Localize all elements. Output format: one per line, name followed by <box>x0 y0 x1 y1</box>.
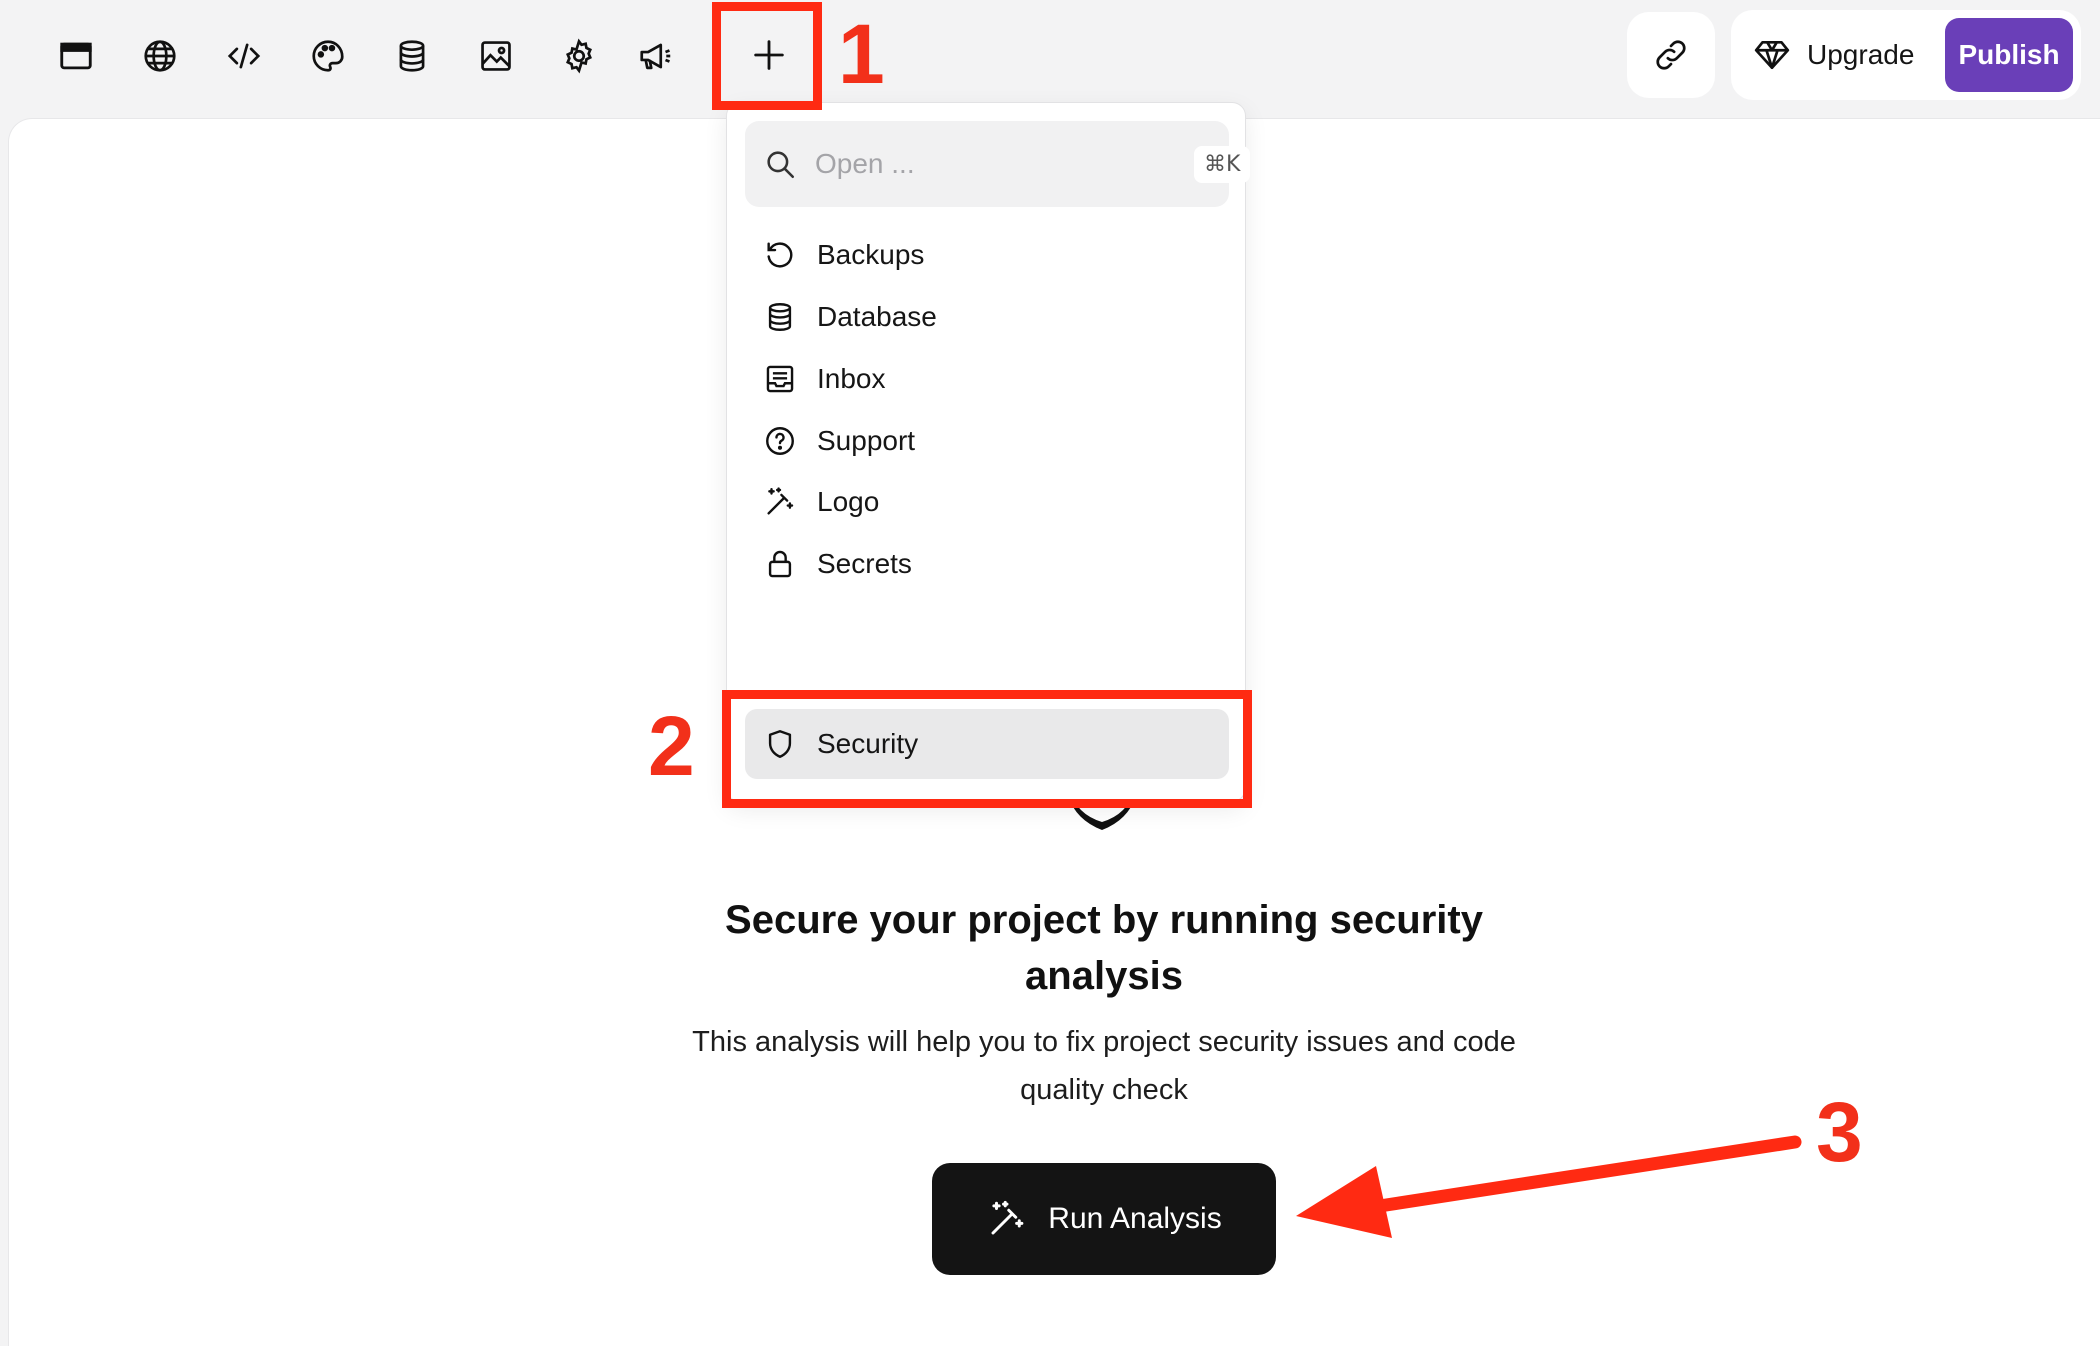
menu-item-security[interactable]: Security <box>745 709 1229 779</box>
menu-item-label: Backups <box>817 239 925 270</box>
run-analysis-label: Run Analysis <box>1048 1202 1222 1235</box>
megaphone-icon[interactable] <box>630 30 682 82</box>
inbox-icon <box>766 365 794 393</box>
annotation-step3: 3 <box>1816 1085 1863 1179</box>
menu-search: ⌘K <box>745 121 1251 207</box>
plan-actions: Upgrade Publish <box>1731 10 2081 100</box>
magic-wand-icon <box>767 487 794 515</box>
menu-search-input[interactable] <box>815 148 1176 180</box>
run-analysis-button[interactable]: Run Analysis <box>932 1163 1276 1275</box>
link-icon <box>1656 40 1686 70</box>
database-icon[interactable] <box>386 30 438 82</box>
menu-item-database[interactable]: Database <box>745 282 1229 352</box>
menu-item-backups[interactable]: Backups <box>745 220 1229 290</box>
menu-item-label: Support <box>817 425 916 456</box>
history-icon <box>767 242 793 268</box>
share-link-button[interactable] <box>1627 12 1715 98</box>
page-description: This analysis will help you to fix proje… <box>692 1026 1516 1106</box>
lock-icon <box>768 550 792 578</box>
open-menu-dropdown: ⌘K Backups Database Inbox Support Logo S… <box>726 102 1251 802</box>
publish-button[interactable]: Publish <box>1945 18 2073 92</box>
search-icon <box>767 151 795 179</box>
help-circle-icon <box>766 427 794 455</box>
add-button[interactable] <box>718 4 820 106</box>
page-title: Secure your project by running security … <box>725 898 1483 998</box>
annotation-arrow <box>1296 1135 1802 1238</box>
database-icon <box>768 303 792 331</box>
menu-item-label: Secrets <box>817 548 912 579</box>
diamond-icon <box>1754 40 1790 70</box>
menu-item-support[interactable]: Support <box>745 406 1229 476</box>
menu-item-secrets[interactable]: Secrets <box>745 529 1229 599</box>
menu-item-label: Security <box>817 728 919 759</box>
plus-icon <box>754 40 784 70</box>
menu-item-label: Inbox <box>817 363 886 394</box>
menu-item-label: Logo <box>817 486 880 517</box>
upgrade-button[interactable]: Upgrade <box>1753 22 1914 88</box>
annotation-step1: 1 <box>838 7 885 101</box>
shield-icon <box>768 730 792 758</box>
code-icon[interactable] <box>218 30 270 82</box>
palette-icon[interactable] <box>302 30 354 82</box>
shortcut-badge: ⌘K <box>1194 145 1251 183</box>
menu-item-logo[interactable]: Logo <box>745 467 1229 537</box>
upgrade-label: Upgrade <box>1807 39 1915 70</box>
image-icon[interactable] <box>470 30 522 82</box>
annotation-step2: 2 <box>648 699 695 793</box>
menu-item-label: Database <box>817 301 937 332</box>
globe-icon[interactable] <box>134 30 186 82</box>
browser-window-icon[interactable] <box>50 30 102 82</box>
menu-item-inbox[interactable]: Inbox <box>745 344 1229 414</box>
magic-wand-icon <box>991 1200 1024 1235</box>
top-toolbar: Upgrade Publish <box>0 0 2100 118</box>
gear-icon[interactable] <box>553 30 605 82</box>
